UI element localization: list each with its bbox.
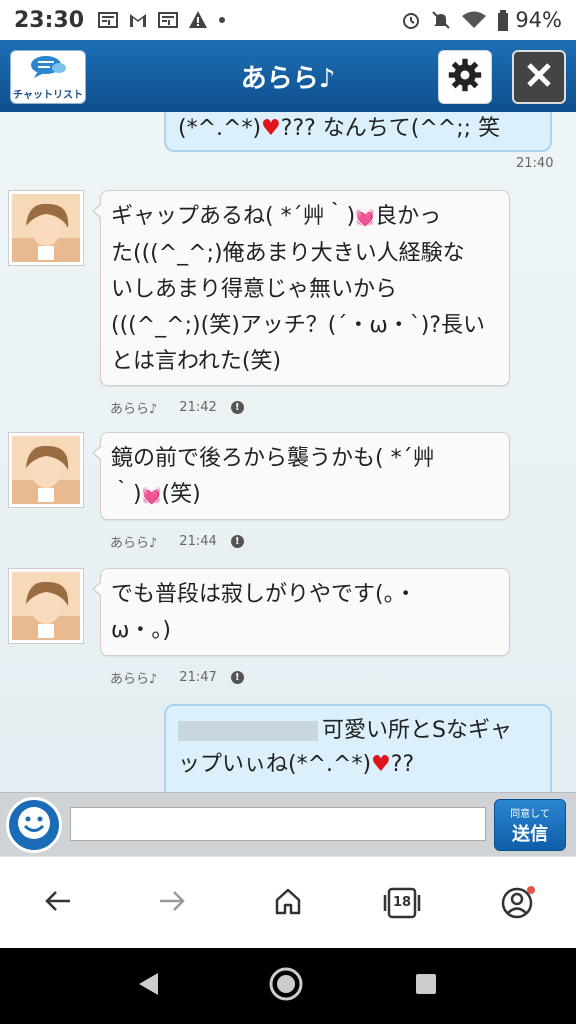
gmail-icon	[128, 10, 148, 30]
chat-title: あらら♪	[240, 63, 336, 94]
message-text: いしあまり得意じゃ無いから	[111, 277, 398, 302]
message-outgoing: 可愛い所とSなギャ ップいぃね(*^.^*)♥??	[164, 704, 552, 792]
send-agree-label: 同意して	[510, 808, 550, 820]
emoji-button[interactable]	[6, 797, 62, 853]
dot-icon	[218, 10, 226, 30]
gear-icon	[447, 57, 483, 97]
chat-list-button[interactable]: チャットリスト	[10, 50, 86, 104]
avatar[interactable]	[8, 190, 84, 266]
message-input-bar: 同意して 送信	[0, 792, 576, 856]
tabs-icon: 18	[383, 887, 421, 919]
battery-icon	[497, 10, 509, 31]
message-input[interactable]	[70, 807, 486, 841]
tab-count: 18	[392, 895, 412, 910]
heart-icon: ♥	[261, 116, 281, 141]
news-icon	[98, 10, 119, 30]
system-home-button[interactable]	[268, 966, 304, 1006]
message-text: 良かっ	[375, 204, 442, 229]
message-text: 笑	[478, 116, 501, 141]
sender-name: あらら♪	[110, 536, 158, 551]
status-bar: 23:30 94%	[0, 0, 576, 40]
sender-name: あらら♪	[110, 672, 158, 687]
message-text: とは言われた(笑)	[111, 349, 282, 374]
sender-name: あらら♪	[110, 402, 158, 417]
square-recents-icon	[411, 969, 441, 1003]
system-recents-button[interactable]	[408, 968, 444, 1004]
report-icon[interactable]: !	[230, 401, 244, 414]
message-text: ??? なんちて(^^;;	[280, 116, 479, 141]
status-right: 94%	[401, 8, 562, 32]
message-meta: あらら♪ 21:42 !	[110, 398, 244, 417]
system-back-button[interactable]	[130, 968, 166, 1004]
chat-header: チャットリスト あらら♪	[0, 40, 576, 112]
message-meta: あらら♪ 21:47 !	[110, 668, 244, 687]
close-button[interactable]	[512, 50, 566, 104]
arrow-left-icon	[43, 886, 73, 920]
message-text: ｀)	[111, 482, 142, 507]
close-icon	[524, 60, 554, 94]
home-button[interactable]	[268, 883, 308, 923]
message-time: 21:40	[516, 156, 554, 171]
settings-button[interactable]	[438, 50, 492, 104]
heart-icon: ♥	[371, 752, 391, 777]
message-time: 21:47	[179, 670, 217, 685]
message-text: 可愛い所とSなギャ	[322, 718, 512, 743]
report-icon[interactable]: !	[230, 535, 244, 548]
redacted-text	[178, 721, 318, 741]
mute-icon	[431, 10, 451, 30]
message-text: ップいぃね(*^.^*)	[178, 752, 372, 777]
smiley-icon	[14, 803, 54, 847]
message-meta: あらら♪ 21:44 !	[110, 532, 244, 551]
battery-percent: 94%	[515, 8, 562, 32]
message-outgoing: (*^.^*)♥??? なんちて(^^;; 笑	[164, 112, 552, 152]
wifi-icon	[461, 10, 487, 30]
account-button[interactable]	[498, 883, 538, 923]
status-time: 23:30	[14, 7, 85, 33]
account-icon	[501, 886, 535, 920]
sparkle-heart-icon: 💓	[355, 208, 376, 227]
tabs-button[interactable]: 18	[382, 883, 422, 923]
circle-home-icon	[268, 966, 304, 1006]
system-navigation-bar	[0, 948, 576, 1024]
message-incoming: でも普段は寂しがりやです(。・ ω・。)	[92, 568, 510, 656]
message-text: た(((^_^;)俺あまり大きい人経験な	[111, 241, 465, 266]
triangle-back-icon	[133, 969, 163, 1003]
message-text: ω・。)	[111, 618, 172, 643]
message-incoming: ギャップあるね( *´艸｀)💓良かっ た(((^_^;)俺あまり大きい人経験な …	[92, 190, 510, 386]
send-button[interactable]: 同意して 送信	[494, 799, 566, 851]
message-incoming: 鏡の前で後ろから襲うかも( *´艸 ｀)💓(笑)	[92, 432, 510, 520]
back-button[interactable]	[38, 883, 78, 923]
message-text: 鏡の前で後ろから襲うかも( *´艸	[111, 446, 435, 471]
warning-icon	[188, 10, 208, 30]
message-time: 21:42	[179, 400, 217, 415]
chat-list-label: チャットリスト	[13, 89, 83, 101]
arrow-right-icon	[157, 886, 187, 920]
message-text: (((^_^;)(笑)アッチ？(´・ω・`)?長い	[111, 313, 486, 338]
alarm-icon	[401, 10, 421, 30]
message-text: (*^.^*)	[178, 116, 262, 141]
message-text: ギャップあるね( *´艸｀)	[111, 204, 356, 229]
avatar[interactable]	[8, 568, 84, 644]
chat-messages[interactable]: (*^.^*)♥??? なんちて(^^;; 笑 21:40 ギャップあるね( *…	[0, 112, 576, 792]
report-icon[interactable]: !	[230, 671, 244, 684]
message-text: でも普段は寂しがりやです(。・	[111, 582, 417, 607]
news-icon-2	[158, 10, 179, 30]
home-icon	[273, 886, 303, 920]
send-label: 送信	[512, 823, 548, 845]
message-time: 21:44	[179, 534, 217, 549]
sparkle-heart-icon: 💓	[141, 486, 162, 505]
message-text: (笑)	[161, 482, 201, 507]
message-text: ??	[390, 752, 415, 777]
browser-toolbar: 18	[0, 856, 576, 948]
forward-button[interactable]	[152, 883, 192, 923]
avatar[interactable]	[8, 432, 84, 508]
chat-bubble-icon	[28, 54, 68, 84]
